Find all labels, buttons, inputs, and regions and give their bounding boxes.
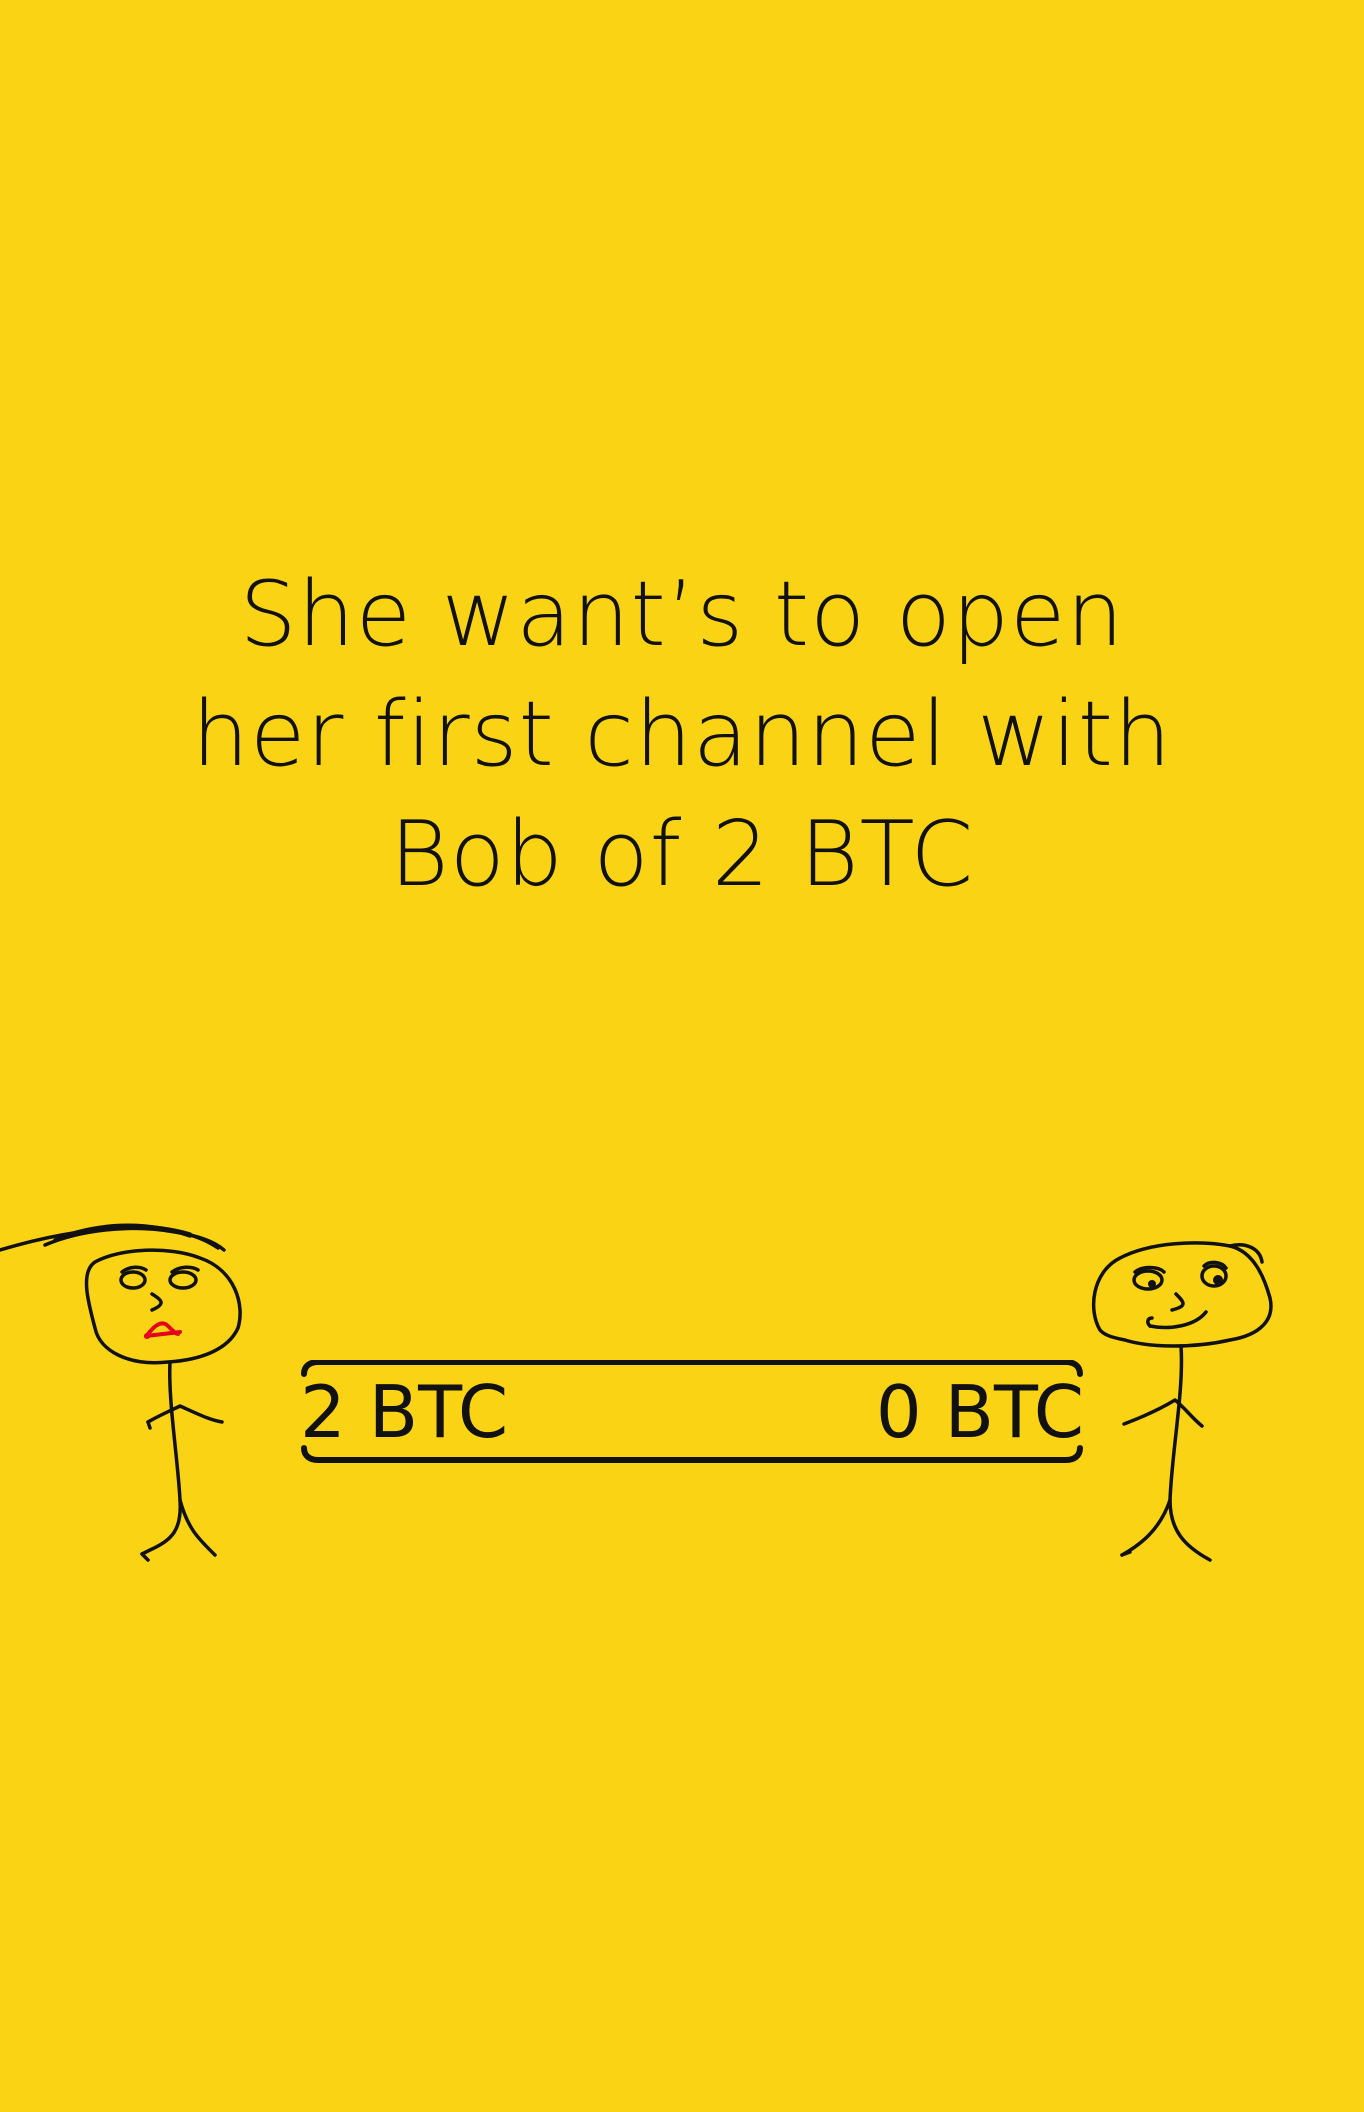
caption-line-3: Bob of 2 BTC	[389, 802, 975, 907]
alice-head	[84, 1248, 242, 1365]
comic-panel: She want’s to open her first channel wit…	[0, 0, 1364, 2112]
bob-head	[1091, 1241, 1273, 1348]
payment-channel: 2 BTC 0 BTC	[300, 1360, 1084, 1464]
alice-left-eye	[119, 1270, 147, 1290]
caption-line-2: her first channel with	[191, 682, 1173, 787]
alice-balance: 2 BTC	[300, 1370, 509, 1454]
caption-line-1: She want’s to open	[239, 562, 1125, 667]
bob-balance: 0 BTC	[875, 1370, 1084, 1454]
alice-mouth	[144, 1321, 182, 1338]
bob-mouth	[1148, 1310, 1208, 1330]
bob-left-eye	[1132, 1269, 1164, 1291]
alice-body	[140, 1360, 182, 1556]
alice-right-eye	[168, 1270, 198, 1290]
alice-stick-figure	[0, 1223, 242, 1562]
caption-text: She want’s to open her first channel wit…	[0, 555, 1364, 915]
bob-arms	[1122, 1398, 1204, 1428]
alice-nose	[150, 1292, 163, 1312]
bob-body	[1168, 1344, 1212, 1562]
bob-stick-figure	[1091, 1241, 1273, 1562]
alice-arms	[146, 1404, 224, 1424]
bob-nose	[1170, 1292, 1185, 1312]
